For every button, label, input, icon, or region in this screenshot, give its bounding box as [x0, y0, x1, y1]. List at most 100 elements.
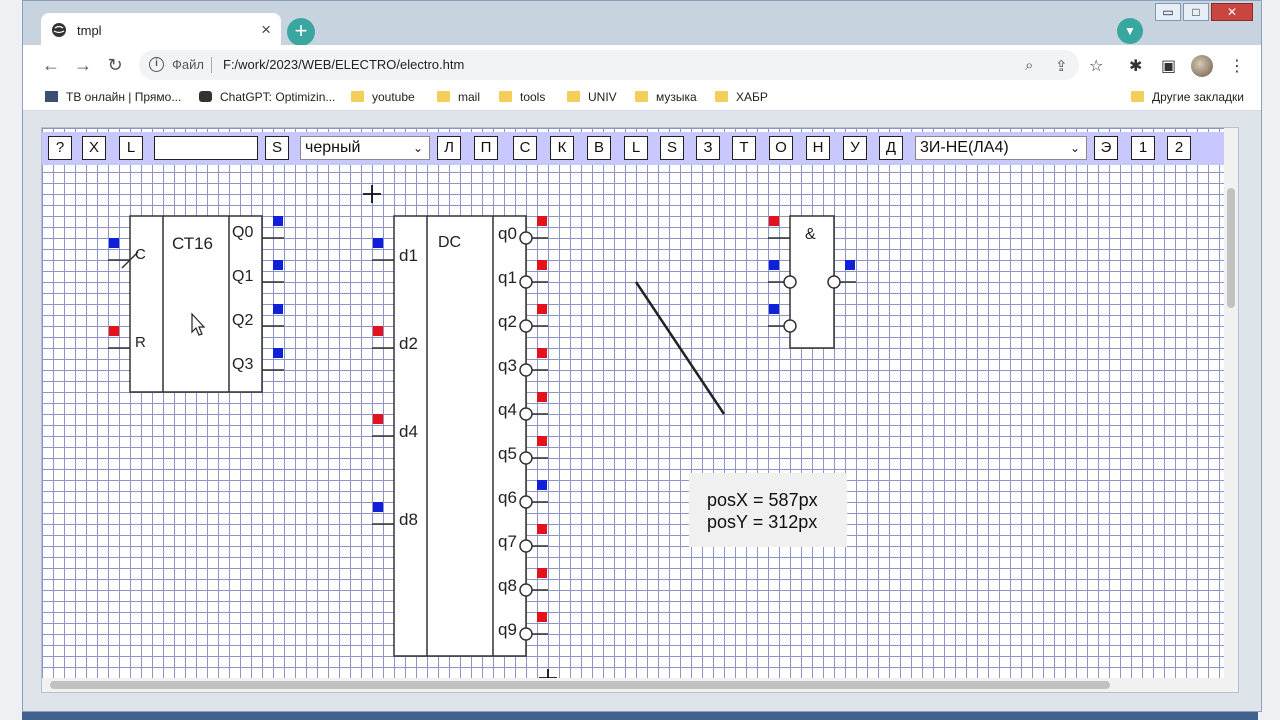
pos-x-label: posX = 587px [707, 490, 818, 510]
tab-close-icon[interactable]: × [261, 20, 271, 40]
other-bookmarks[interactable]: Другие закладки [1131, 90, 1244, 104]
scrollbar-thumb[interactable] [1227, 188, 1235, 308]
pin-state-indicator[interactable] [537, 568, 547, 578]
forward-arrow-icon[interactable]: → [73, 55, 93, 75]
scrollbar-thumb[interactable] [50, 681, 1110, 689]
url-text[interactable]: F:/work/2023/WEB/ELECTRO/electro.htm [223, 57, 464, 72]
bookmark-item[interactable]: mail [437, 90, 480, 104]
inversion-bubble [519, 495, 533, 509]
pin-state-indicator[interactable] [273, 348, 283, 358]
browser-tab[interactable]: tmpl × [41, 13, 281, 47]
pin-state-indicator[interactable] [769, 304, 779, 314]
tab-search-chevron-icon[interactable]: ▼ [1117, 18, 1143, 44]
position-readout: posX = 587px posY = 312px [689, 473, 847, 547]
pin-state-indicator[interactable] [537, 524, 547, 534]
close-window-button[interactable]: ✕ [1211, 3, 1253, 21]
share-icon[interactable]: ⇪ [1055, 57, 1068, 75]
inversion-bubble [519, 407, 533, 421]
omnibox-file-label: Файл [172, 57, 204, 72]
chatgpt-icon [199, 91, 212, 102]
info-icon[interactable]: i [149, 57, 164, 72]
decoder-output-label: q1 [498, 268, 517, 287]
pos-y-label: posY = 312px [707, 512, 818, 532]
folder-icon [499, 91, 512, 102]
pin-state-indicator[interactable] [273, 304, 283, 314]
pin-state-indicator[interactable] [769, 260, 779, 270]
pin-state-indicator[interactable] [109, 326, 119, 336]
pin-state-indicator[interactable] [537, 304, 547, 314]
pin-state-indicator[interactable] [537, 480, 547, 490]
inversion-bubble [519, 451, 533, 465]
bookmark-star-icon[interactable]: ☆ [1089, 56, 1103, 76]
inversion-bubble [519, 231, 533, 245]
bookmark-item[interactable]: youtube [351, 90, 415, 104]
omnibox-separator [211, 57, 212, 73]
inversion-bubble [519, 539, 533, 553]
decoder-output-label: q3 [498, 356, 517, 375]
page-viewport: ? X L S черный ⌄ ЛПСКВLSЗТОНУД 3И-НЕ(ЛА4)… [41, 127, 1239, 693]
profile-avatar[interactable] [1191, 55, 1213, 77]
bookmark-item[interactable]: UNIV [567, 90, 617, 104]
decoder-output-label: q7 [498, 532, 517, 551]
pin-state-indicator[interactable] [537, 348, 547, 358]
pin-state-indicator[interactable] [537, 260, 547, 270]
decoder-output-label: q5 [498, 444, 517, 463]
minimize-button[interactable]: ▭ [1155, 3, 1181, 21]
folder-icon [715, 91, 728, 102]
pin-state-indicator[interactable] [373, 502, 383, 512]
counter-output-q1: Q1 [232, 268, 254, 285]
decoder-output-label: q4 [498, 400, 517, 419]
folder-icon [437, 91, 450, 102]
address-bar[interactable]: i Файл F:/work/2023/WEB/ELECTRO/electro.… [139, 50, 1079, 80]
counter-input-c: C [135, 246, 146, 263]
counter-input-r: R [135, 334, 146, 351]
bookmark-item[interactable]: tools [499, 90, 545, 104]
bookmark-item[interactable]: музыка [635, 90, 697, 104]
extensions-icon[interactable]: ✱ [1129, 56, 1142, 76]
desktop-left-strip [0, 0, 22, 720]
maximize-button[interactable]: □ [1183, 3, 1209, 21]
inversion-bubble [519, 583, 533, 597]
nand-title: & [805, 226, 816, 243]
side-panel-icon[interactable]: ▣ [1161, 56, 1176, 76]
wire-line[interactable] [634, 281, 726, 415]
new-tab-button[interactable]: + [287, 18, 315, 46]
decoder-output-label: q8 [498, 576, 517, 595]
pin-state-indicator[interactable] [373, 326, 383, 336]
browser-toolbar: ← → ↻ i Файл F:/work/2023/WEB/ELECTRO/el… [23, 45, 1261, 85]
inversion-bubble [519, 627, 533, 641]
pin-state-indicator[interactable] [537, 392, 547, 402]
decoder-input-d1: d1 [399, 246, 418, 265]
bookmark-item[interactable]: ХАБР [715, 90, 768, 104]
pin-state-indicator[interactable] [537, 436, 547, 446]
pin-state-indicator[interactable] [273, 260, 283, 270]
bookmark-item[interactable]: ТВ онлайн | Прямо... [45, 90, 181, 104]
zoom-icon[interactable]: ⌕ [1025, 57, 1033, 74]
menu-dots-icon[interactable]: ⋮ [1229, 56, 1245, 76]
pin-state-indicator[interactable] [273, 216, 283, 226]
schematic-canvas[interactable] [42, 128, 1239, 693]
vertical-scrollbar[interactable] [1224, 128, 1238, 692]
globe-icon [52, 23, 66, 37]
pin-state-indicator[interactable] [373, 238, 383, 248]
tv-icon [45, 91, 58, 102]
decoder-title: DC [438, 234, 462, 251]
title-bar: tmpl × + ▼ ▭ □ ✕ [23, 1, 1261, 47]
horizontal-scrollbar[interactable] [42, 678, 1238, 692]
bookmark-item[interactable]: ChatGPT: Optimizin... [199, 90, 335, 104]
decoder-input-d4: d4 [399, 422, 418, 441]
decoder-output-label: q0 [498, 224, 517, 243]
reload-icon[interactable]: ↻ [105, 55, 125, 75]
pin-state-indicator[interactable] [845, 260, 855, 270]
pin-state-indicator[interactable] [537, 216, 547, 226]
pin-state-indicator[interactable] [373, 414, 383, 424]
back-arrow-icon[interactable]: ← [41, 55, 61, 75]
pin-state-indicator[interactable] [537, 612, 547, 622]
counter-title: СТ16 [172, 234, 214, 253]
pin-state-indicator[interactable] [109, 238, 119, 248]
folder-icon [351, 91, 364, 102]
pin-state-indicator[interactable] [769, 216, 779, 226]
decoder-input-d2: d2 [399, 334, 418, 353]
decoder-output-label: q2 [498, 312, 517, 331]
counter-output-q3: Q3 [232, 356, 254, 373]
